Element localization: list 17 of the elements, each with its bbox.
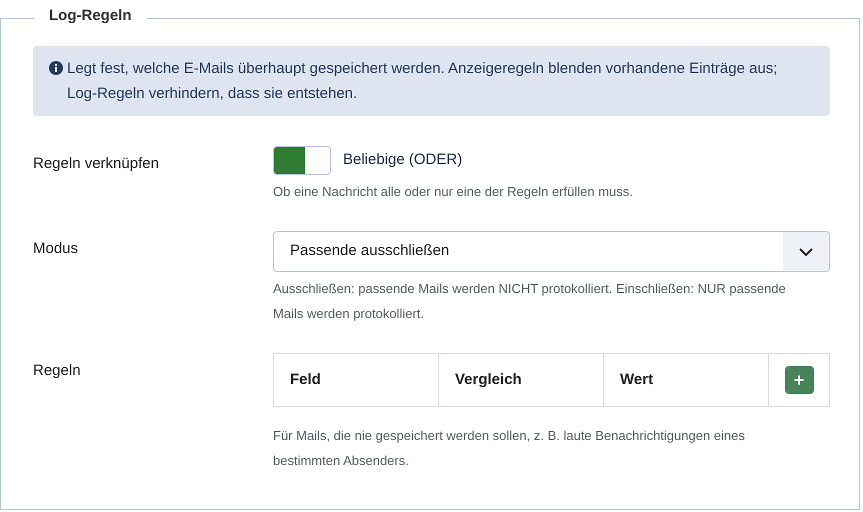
mode-select[interactable]: Passende ausschließen — [273, 231, 830, 272]
toggle-switch[interactable] — [273, 146, 331, 175]
help-text: Für Mails, die nie gespeichert werden sollen, z. B. laute Benachrichtigungen eines bestimmten Absenders. — [273, 427, 746, 470]
field-label: Regeln verknüpfen — [33, 155, 159, 172]
info-text: Legt fest, welche E-Mails überhaupt gespeichert werden. Anzeigeregeln blenden vorhandene Einträge aus; Log-Regeln verhindern, dass sie entstehen. — [67, 59, 778, 104]
toggle-label: Beliebige (ODER) — [343, 150, 462, 170]
column-header: Wert — [604, 354, 769, 406]
field-label: Regeln — [33, 362, 81, 379]
chevron-down-icon — [798, 246, 814, 256]
column-header: Feld — [274, 354, 439, 406]
field-label: Modus — [33, 240, 78, 257]
column-header: Vergleich — [439, 354, 604, 406]
info-icon — [49, 61, 63, 75]
add-button[interactable]: + — [784, 366, 814, 394]
section-title: Log-Regeln — [34, 7, 146, 24]
help-text: Ausschließen: passende Mails werden NICHT protokolliert. Einschließen: NUR passende Mails werden protokolliert. — [273, 280, 787, 323]
help-text: Ob eine Nachricht alle oder nur eine der Regeln erfüllen muss. — [273, 183, 634, 201]
